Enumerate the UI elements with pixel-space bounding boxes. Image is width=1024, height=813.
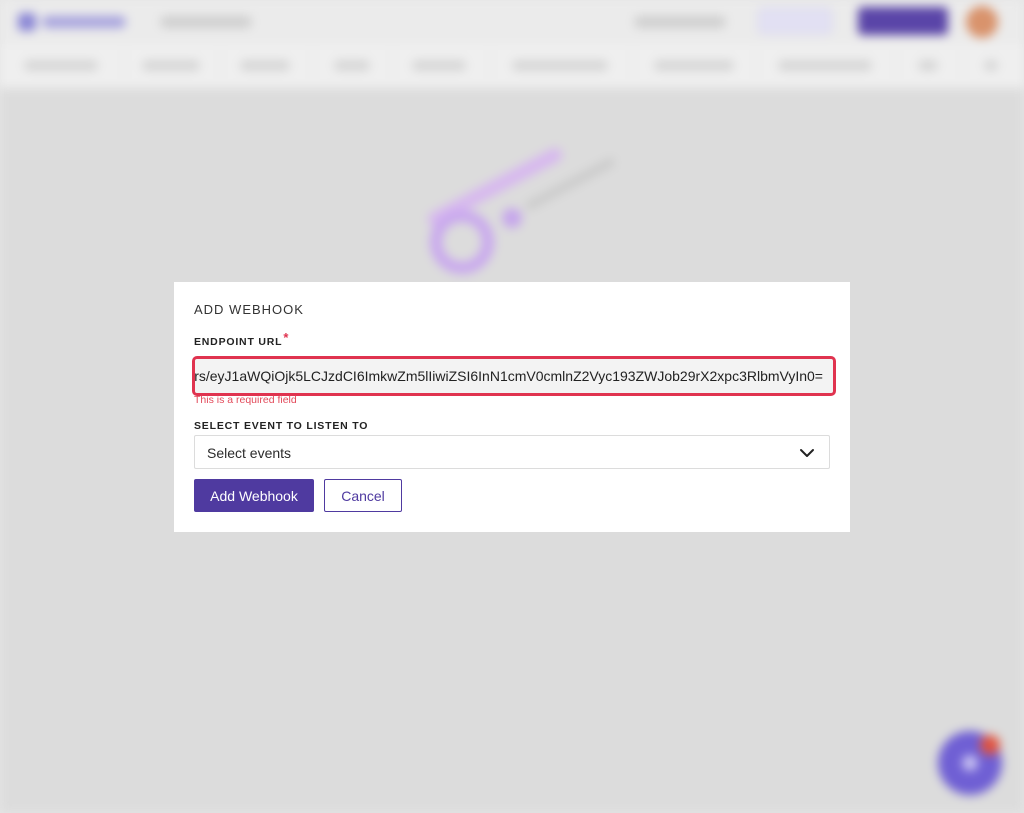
hero-illustration <box>410 145 630 290</box>
notification-badge <box>980 735 1000 755</box>
modal-title: ADD WEBHOOK <box>194 302 304 317</box>
nav-item <box>984 60 998 71</box>
nav-divider <box>896 52 897 80</box>
nav-item <box>334 60 370 71</box>
nav-item <box>24 60 98 71</box>
endpoint-url-value: ers/eyJ1aWQiOjk5LCJzdCI6ImkwZm5lIiwiZSI6… <box>192 368 823 384</box>
endpoint-error-message: This is a required field <box>194 394 297 406</box>
nav-divider <box>392 52 393 80</box>
endpoint-url-label-text: ENDPOINT URL <box>194 336 283 348</box>
nav-divider <box>312 52 313 80</box>
nav-item <box>512 60 608 71</box>
chevron-down-icon <box>800 449 814 457</box>
brand-logo <box>18 11 126 33</box>
nav-item <box>240 60 290 71</box>
nav-divider <box>490 52 491 80</box>
nav-divider <box>962 52 963 80</box>
header-link <box>634 16 726 28</box>
nav-item <box>142 60 200 71</box>
header-secondary-button <box>758 8 832 34</box>
endpoint-url-input[interactable]: ers/eyJ1aWQiOjk5LCJzdCI6ImkwZm5lIiwiZSI6… <box>192 356 836 396</box>
logo-icon <box>18 13 36 31</box>
endpoint-url-label: ENDPOINT URL* <box>194 330 290 348</box>
add-webhook-button[interactable]: Add Webhook <box>194 479 314 512</box>
nav-divider <box>632 52 633 80</box>
nav-item <box>654 60 734 71</box>
nav-divider <box>756 52 757 80</box>
cancel-button[interactable]: Cancel <box>324 479 402 512</box>
avatar <box>966 6 998 38</box>
required-marker: * <box>283 330 290 345</box>
nav-item <box>778 60 872 71</box>
logo-text <box>42 16 126 28</box>
nav-item <box>918 60 938 71</box>
workspace-selector <box>160 16 252 28</box>
nav-bar <box>0 44 1024 89</box>
nav-divider <box>220 52 221 80</box>
add-webhook-modal: ADD WEBHOOK ENDPOINT URL* ers/eyJ1aWQiOj… <box>174 282 850 532</box>
events-select[interactable]: Select events <box>194 435 830 469</box>
nav-divider <box>124 52 125 80</box>
events-select-placeholder: Select events <box>207 445 292 461</box>
header-primary-button <box>858 7 948 35</box>
nav-item <box>412 60 466 71</box>
select-event-label: SELECT EVENT TO LISTEN TO <box>194 420 369 432</box>
top-bar <box>0 0 1024 44</box>
